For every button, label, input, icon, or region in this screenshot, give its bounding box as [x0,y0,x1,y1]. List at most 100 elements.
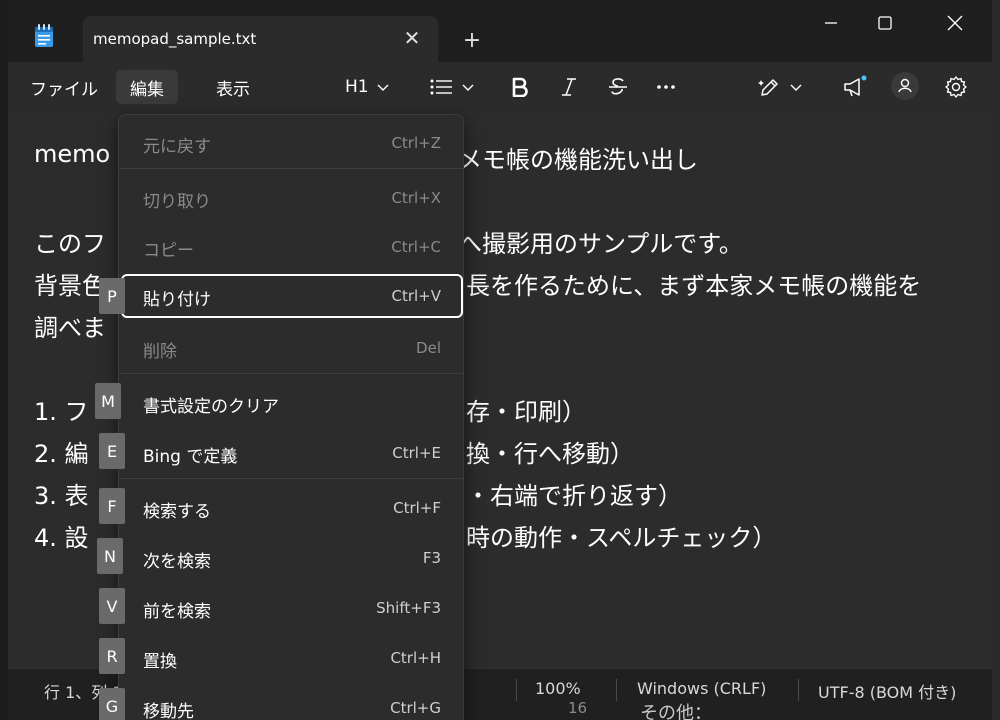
menu-item-label: 次を検索 [143,552,211,572]
background-line-number: 16 [568,699,588,717]
editor-line: 3. 表 [34,482,89,510]
menu-item-label: Bing で定義 [143,447,238,467]
new-tab-plus-icon[interactable]: + [460,28,484,53]
status-separator [516,679,517,701]
menu-item-clear-formatting[interactable]: 書式設定のクリア [123,381,459,425]
keytip-define-with-bing: E [99,433,125,469]
edit-menu-dropdown: 元に戻す Ctrl+Z 切り取り Ctrl+X コピー Ctrl+C 貼り付け … [118,114,464,720]
list-dropdown[interactable] [430,73,474,101]
copilot-rewrite-dropdown[interactable] [758,73,802,101]
menu-item-find-previous[interactable]: 前を検索 Shift+F3 [123,586,459,630]
menu-item-label: 検索する [143,502,211,522]
menu-item-cut[interactable]: 切り取り Ctrl+X [123,176,459,220]
more-options-icon[interactable] [656,73,676,101]
title-bar: memopad_sample.txt ✕ + [8,0,992,62]
editor-line: 4. 設 [34,524,89,552]
editor-line: 長を作るために、まず本家メモ帳の機能を [466,272,922,300]
menu-item-undo[interactable]: 元に戻す Ctrl+Z [123,121,459,165]
menu-view[interactable]: 表示 [202,70,264,104]
menu-item-find[interactable]: 検索する Ctrl+F [123,486,459,530]
keytip-find: F [99,488,125,524]
menu-item-go-to[interactable]: 移動先 Ctrl+G [123,686,459,720]
editor-line: memo [34,140,111,168]
menu-edit[interactable]: 編集 [116,70,178,104]
menu-item-shortcut: Del [416,339,441,357]
menu-item-label: 移動先 [143,702,194,720]
status-separator [798,679,799,701]
bold-button[interactable] [511,73,529,101]
background-text: その他： [640,703,712,720]
menu-item-delete[interactable]: 削除 Del [123,326,459,370]
menu-bar: ファイル 編集 表示 H1 [8,62,992,112]
menu-item-label: コピー [143,241,194,261]
strikethrough-button[interactable] [608,73,628,101]
menu-item-shortcut: F3 [422,549,441,567]
strikethrough-icon [609,78,627,95]
pen-sparkle-icon [758,79,778,96]
editor-line: 1. フ [34,398,89,426]
menu-item-label: 切り取り [143,192,211,212]
keytip-paste: P [99,278,125,314]
heading-label: H1 [345,77,369,97]
minimize-icon[interactable] [808,0,854,46]
menu-item-replace[interactable]: 置換 Ctrl+H [123,636,459,680]
menu-item-shortcut: Ctrl+X [391,189,441,207]
list-icon [430,79,452,95]
editor-line: 存・印刷） [466,398,586,426]
chevron-down-icon [462,84,474,91]
line-ending[interactable]: Windows (CRLF) [637,679,766,698]
zoom-level[interactable]: 100% [535,679,581,698]
settings-button[interactable] [944,73,968,101]
announcement-button[interactable] [842,73,868,101]
menu-separator [119,168,463,169]
tab-close-icon[interactable]: ✕ [400,26,424,50]
gear-icon [945,76,967,98]
account-button[interactable] [890,72,920,100]
menu-item-shortcut: Ctrl+E [392,444,441,462]
account-icon [891,72,919,100]
menu-item-define-with-bing[interactable]: Bing で定義 Ctrl+E [123,431,459,475]
keytip-find-next: N [97,538,123,574]
keytip-find-previous: V [99,588,125,624]
editor-line: このフ [34,230,106,258]
notepad-app-icon [35,24,53,47]
menu-item-label: 削除 [143,342,177,362]
chevron-down-icon [377,84,389,91]
keytip-replace: R [99,638,125,674]
menu-item-find-next[interactable]: 次を検索 F3 [123,536,459,580]
menu-item-shortcut: Shift+F3 [376,599,441,617]
menu-item-label: 書式設定のクリア [143,397,279,417]
background-window-edge [992,0,1000,720]
close-window-icon[interactable] [932,0,978,46]
menu-separator [119,373,463,374]
encoding[interactable]: UTF-8 (BOM 付き) [818,679,956,703]
menu-item-shortcut: Ctrl+G [390,699,441,717]
tab-title: memopad_sample.txt [93,30,257,48]
menu-item-shortcut: Ctrl+Z [391,134,441,152]
editor-line: 換・行へ移動） [466,440,634,468]
menu-item-paste[interactable]: 貼り付け Ctrl+V [121,274,463,318]
editor-line: 背景色 [34,272,106,300]
italic-icon [562,78,576,96]
chevron-down-icon [790,84,802,91]
menu-item-shortcut: Ctrl+V [391,287,441,305]
megaphone-icon [844,75,867,97]
editor-line: ・右端で折り返す） [466,482,682,510]
menu-file[interactable]: ファイル [16,70,112,104]
menu-item-label: 前を検索 [143,602,211,622]
menu-item-label: 置換 [143,652,177,672]
editor-line: 時の動作・スペルチェック） [466,524,777,552]
menu-item-copy[interactable]: コピー Ctrl+C [123,225,459,269]
editor-line: メモ帳の機能洗い出し [458,146,698,174]
heading-dropdown[interactable]: H1 [345,73,389,101]
italic-button[interactable] [560,73,578,101]
menu-item-shortcut: Ctrl+F [393,499,441,517]
keytip-clear-formatting: M [95,383,121,419]
editor-line: へ撮影用のサンプルです。 [458,230,743,258]
maximize-icon[interactable] [862,0,908,46]
tab-memopad-sample[interactable]: memopad_sample.txt ✕ [83,16,438,62]
status-separator [616,679,617,701]
menu-item-shortcut: Ctrl+H [390,649,441,667]
editor-line: 調べま [34,314,106,342]
bold-icon [512,77,528,97]
